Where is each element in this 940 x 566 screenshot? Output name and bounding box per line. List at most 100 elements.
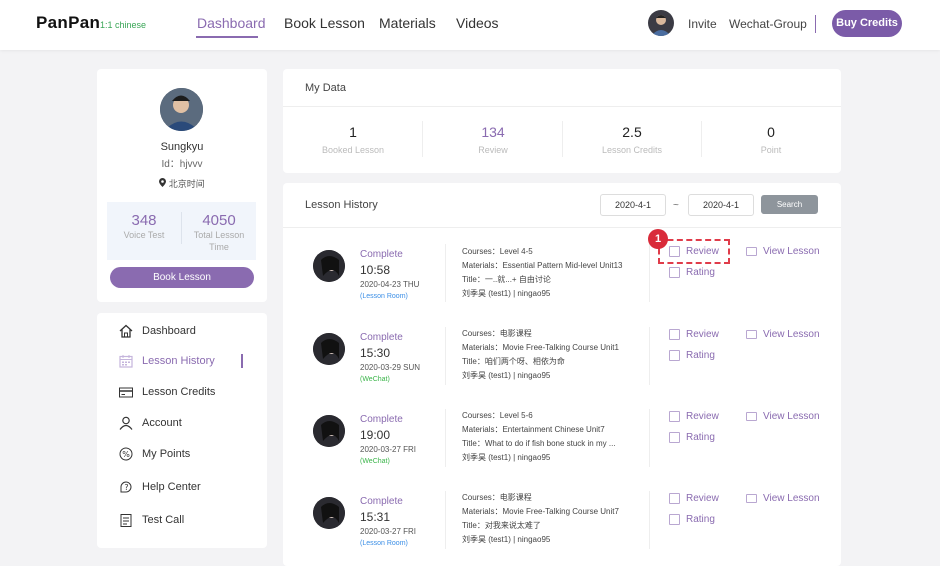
- profile-card: Sungkyu Id：hjvvv 北京时间 348 Voice Test 405…: [97, 69, 267, 302]
- monitor-icon: [746, 330, 757, 339]
- review-icon: [669, 411, 680, 422]
- lesson-place: (WeChat): [360, 458, 390, 465]
- brand-tagline: 1:1 chinese: [100, 20, 147, 30]
- lesson-materials: Materials：Movie Free-Talking Course Unit…: [462, 343, 619, 352]
- view-lesson-label: View Lesson: [763, 493, 820, 504]
- svg-text:?: ?: [124, 483, 128, 492]
- lesson-status: Complete: [360, 249, 403, 260]
- book-lesson-button[interactable]: Book Lesson: [110, 267, 254, 288]
- rating-icon: [669, 514, 680, 525]
- menu-my-points[interactable]: % My Points: [119, 444, 190, 464]
- divider: [649, 244, 650, 302]
- total-lesson-label-2: Time: [209, 242, 229, 252]
- voice-test-value: 348: [131, 212, 157, 229]
- user-icon: [119, 416, 133, 430]
- view-lesson-button[interactable]: View Lesson: [746, 329, 820, 340]
- review-icon: [669, 329, 680, 340]
- menu-help-center[interactable]: ? Help Center: [119, 477, 201, 497]
- menu-lesson-history-label: Lesson History: [142, 355, 215, 367]
- voice-test-label: Voice Test: [123, 230, 165, 240]
- lesson-courses: Courses：Level 4-5: [462, 247, 533, 256]
- nav-dashboard[interactable]: Dashboard: [197, 15, 266, 31]
- point-label: Point: [760, 145, 782, 155]
- lesson-date: 2020-03-29 SUN: [360, 363, 421, 372]
- view-lesson-label: View Lesson: [763, 246, 820, 257]
- date-from-input[interactable]: 2020-4-1: [600, 194, 666, 216]
- lesson-title: Title：对我来说太难了: [462, 521, 541, 530]
- lesson-row: Complete 10:58 2020-04-23 THU (Lesson Ro…: [283, 236, 841, 316]
- help-icon: ?: [119, 480, 133, 494]
- svg-text:%: %: [122, 450, 130, 459]
- lesson-date: 2020-03-27 FRI: [360, 445, 417, 454]
- menu-lesson-credits[interactable]: Lesson Credits: [119, 382, 215, 402]
- buy-credits-button[interactable]: Buy Credits: [832, 10, 902, 37]
- search-button[interactable]: Search: [761, 195, 818, 214]
- lesson-row: Complete 15:30 2020-03-29 SUN (WeChat) C…: [283, 319, 841, 399]
- review-label: Review: [478, 145, 508, 155]
- rating-label: Rating: [686, 432, 715, 443]
- divider: [445, 327, 446, 385]
- rating-icon: [669, 350, 680, 361]
- lesson-title: Title：一..就...+ 自由讨论: [462, 275, 551, 284]
- invite-link[interactable]: Invite: [688, 17, 717, 31]
- menu-dashboard[interactable]: Dashboard: [119, 321, 196, 341]
- lesson-history-card: Lesson History 2020-4-1 ~ 2020-4-1 Searc…: [283, 183, 841, 566]
- side-menu: Dashboard Lesson History Lesson Credits …: [97, 313, 267, 548]
- lesson-status: Complete: [360, 332, 403, 343]
- nav-videos[interactable]: Videos: [456, 15, 499, 31]
- review-highlight-box: [658, 239, 730, 264]
- view-lesson-button[interactable]: View Lesson: [746, 493, 820, 504]
- rating-button[interactable]: Rating: [669, 432, 715, 443]
- divider: [445, 491, 446, 549]
- review-button[interactable]: Review: [669, 493, 719, 504]
- monitor-icon: [746, 494, 757, 503]
- wechat-group-link[interactable]: Wechat-Group: [729, 17, 807, 31]
- divider: [649, 327, 650, 385]
- review-stat[interactable]: 134 Review: [423, 124, 563, 155]
- total-lesson-stat: 4050 Total Lesson Time: [182, 212, 256, 253]
- lesson-place: (Lesson Room): [360, 293, 408, 300]
- view-lesson-button[interactable]: View Lesson: [746, 411, 820, 422]
- brand-logo[interactable]: PanPan: [36, 13, 100, 33]
- review-button[interactable]: Review: [669, 411, 719, 422]
- divider: [445, 409, 446, 467]
- lesson-row: Complete 19:00 2020-03-27 FRI (WeChat) C…: [283, 401, 841, 481]
- monitor-icon: [746, 412, 757, 421]
- lesson-courses: Courses：Level 5-6: [462, 411, 533, 420]
- menu-lesson-history[interactable]: Lesson History: [119, 351, 215, 371]
- monitor-icon: [746, 247, 757, 256]
- lesson-materials: Materials：Entertainment Chinese Unit7: [462, 425, 605, 434]
- rating-label: Rating: [686, 350, 715, 361]
- credit-card-icon: [119, 385, 133, 399]
- rating-button[interactable]: Rating: [669, 350, 715, 361]
- teacher-avatar: [313, 497, 345, 529]
- menu-test-call[interactable]: Test Call: [119, 510, 184, 530]
- review-button[interactable]: Review: [669, 329, 719, 340]
- location-pin-icon: [159, 178, 167, 187]
- lesson-credits-label: Lesson Credits: [601, 145, 663, 155]
- view-lesson-label: View Lesson: [763, 329, 820, 340]
- menu-account[interactable]: Account: [119, 413, 182, 433]
- divider: [445, 244, 446, 302]
- lesson-title: Title：What to do if fish bone stuck in m…: [462, 439, 616, 448]
- rating-icon: [669, 432, 680, 443]
- nav-materials[interactable]: Materials: [379, 15, 436, 31]
- lesson-courses: Courses：电影课程: [462, 493, 532, 502]
- rating-button[interactable]: Rating: [669, 514, 715, 525]
- rating-button[interactable]: Rating: [669, 267, 715, 278]
- rating-label: Rating: [686, 267, 715, 278]
- profile-stats: 348 Voice Test 4050 Total Lesson Time: [107, 202, 256, 260]
- date-to-input[interactable]: 2020-4-1: [688, 194, 754, 216]
- user-avatar[interactable]: [648, 10, 674, 36]
- menu-active-indicator: [241, 354, 243, 368]
- profile-name: Sungkyu: [160, 141, 204, 153]
- divider: [649, 409, 650, 467]
- total-lesson-value: 4050: [202, 212, 236, 229]
- lesson-time: 10:58: [360, 263, 391, 277]
- booked-lesson-stat: 1 Booked Lesson: [283, 124, 423, 155]
- my-data-title: My Data: [305, 82, 346, 94]
- view-lesson-button[interactable]: View Lesson: [746, 246, 820, 257]
- review-value: 134: [481, 124, 505, 140]
- rating-label: Rating: [686, 514, 715, 525]
- nav-book-lesson[interactable]: Book Lesson: [284, 15, 365, 31]
